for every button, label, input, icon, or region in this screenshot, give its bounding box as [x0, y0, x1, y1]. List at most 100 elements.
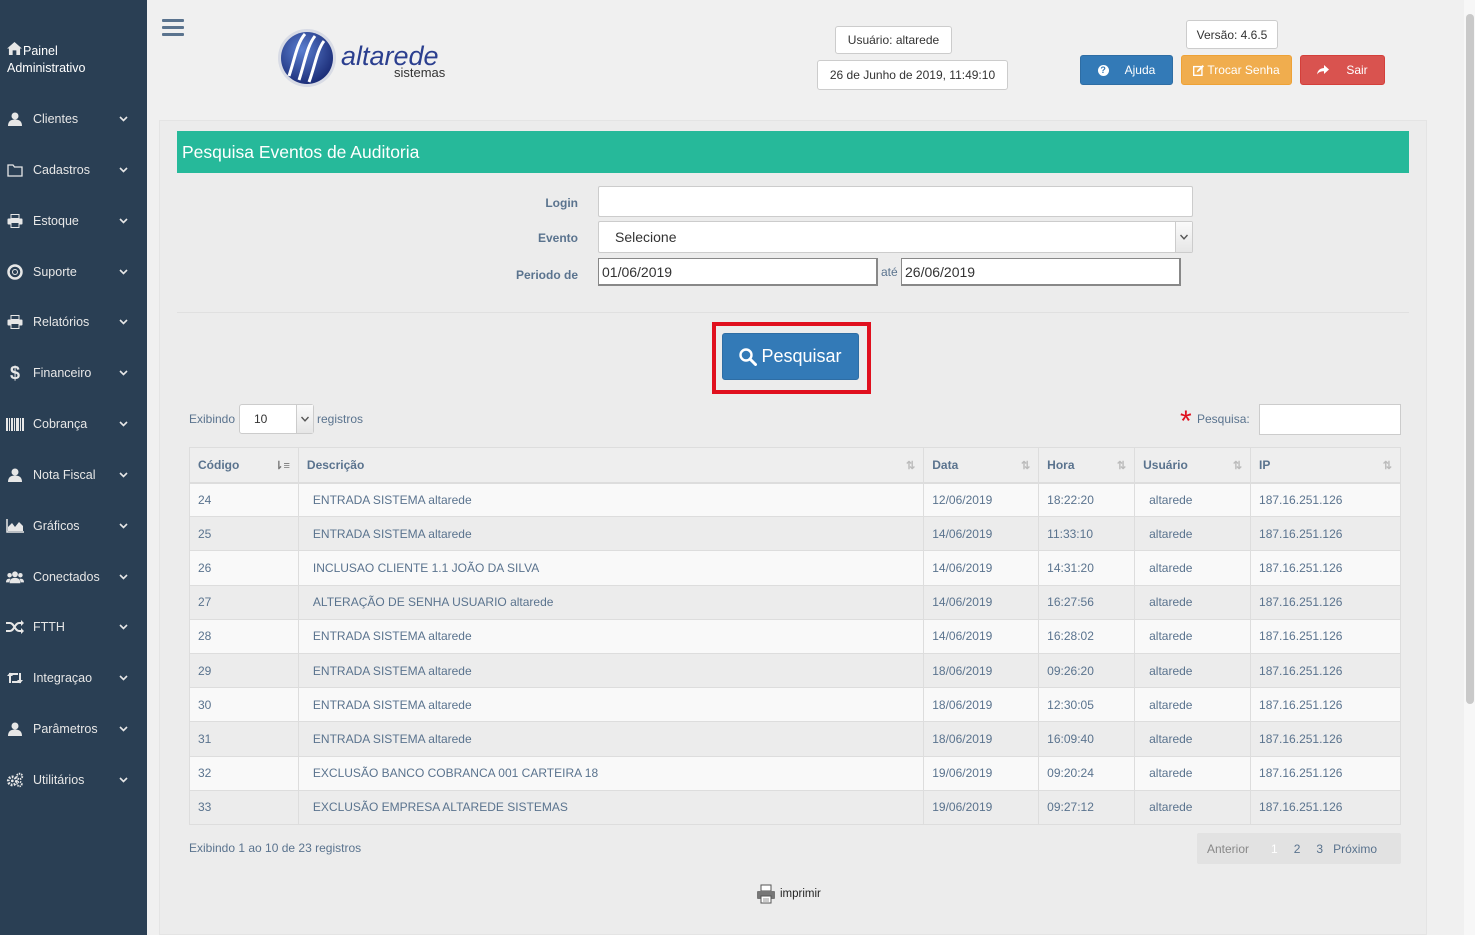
date-from-input[interactable]: 01/06/2019: [598, 258, 878, 286]
chevron-down-icon: [119, 167, 129, 173]
table-cell: 19/06/2019: [923, 789, 1040, 825]
pagination-page[interactable]: 3: [1316, 842, 1323, 856]
sidebar-item-integracao[interactable]: Integraçao: [0, 663, 147, 693]
search-button[interactable]: Pesquisar: [722, 333, 859, 380]
sidebar-item-ftth[interactable]: FTTH: [0, 612, 147, 642]
table-cell: 12:30:05: [1038, 687, 1136, 723]
table-cell: 30: [189, 687, 299, 723]
sidebar-item-clientes[interactable]: Clientes: [0, 104, 147, 134]
table-search-label: Pesquisa:: [1197, 412, 1250, 426]
sort-icon: ⇅: [1020, 460, 1031, 472]
table-cell: 18:22:20: [1038, 481, 1136, 518]
logo-sub: sistemas: [394, 65, 446, 80]
table-row[interactable]: 32 EXCLUSÃO BANCO COBRANCA 001 CARTEIRA 1…: [189, 755, 1401, 791]
table-cell: altarede: [1134, 516, 1252, 552]
table-cell: 33: [189, 789, 299, 825]
sidebar-item-label: Gráficos: [33, 519, 80, 533]
table-cell: 18/06/2019: [923, 652, 1040, 689]
random-icon: [6, 620, 24, 634]
logout-button[interactable]: Sair: [1300, 55, 1385, 85]
area-chart-icon: [6, 519, 24, 533]
table-header-row: Código ⇂≡ Descrição ⇅ Data ⇅ Hora ⇅ Usuário ⇅ IP ⇅: [189, 447, 1401, 484]
table-cell: 24: [189, 481, 299, 518]
table-cell: 187.16.251.126: [1250, 755, 1401, 791]
search-icon: [739, 347, 758, 366]
column-header[interactable]: Código ⇂≡: [189, 447, 299, 484]
table-cell: 09:20:24: [1038, 755, 1136, 791]
pagination-page[interactable]: 2: [1294, 842, 1301, 856]
pagination-next[interactable]: Próximo: [1333, 842, 1377, 856]
chevron-down-icon: [1175, 222, 1192, 252]
table-cell: 14:31:20: [1038, 550, 1136, 586]
column-header[interactable]: Descrição ⇅: [297, 447, 925, 484]
table-row[interactable]: 29 ENTRADA SISTEMA altarede 18/06/2019 09:2…: [189, 652, 1401, 689]
print-icon: [6, 214, 24, 228]
page-scrollbar[interactable]: [1464, 0, 1475, 935]
records-label: registros: [317, 412, 364, 426]
sidebar-item-graficos[interactable]: Gráficos: [0, 511, 147, 541]
sidebar-item-parametros[interactable]: Parâmetros: [0, 714, 147, 744]
sidebar-title-line1: Painel: [23, 44, 58, 58]
sidebar-item-cadastros[interactable]: Cadastros: [0, 155, 147, 185]
page-size-select[interactable]: 10: [239, 404, 314, 434]
table-cell: 09:27:12: [1038, 789, 1136, 825]
table-row[interactable]: 27 ALTERAÇÃO DE SENHA USUARIO altarede 14/…: [189, 584, 1401, 620]
sidebar-home-link[interactable]: Painel Administrativo: [7, 42, 86, 77]
table-row[interactable]: 33 EXCLUSÃO EMPRESA ALTAREDE SISTEMAS 19/0…: [189, 789, 1401, 825]
column-header[interactable]: IP ⇅: [1250, 447, 1401, 484]
sidebar-item-label: Cobrança: [33, 417, 88, 431]
pagination-prev[interactable]: Anterior: [1207, 842, 1249, 856]
sidebar-item-label: Relatórios: [33, 315, 90, 329]
sort-asc-icon: ⇂≡: [274, 460, 290, 472]
date-to-input[interactable]: 26/06/2019: [901, 258, 1181, 286]
sidebar-item-conectados[interactable]: Conectados: [0, 562, 147, 592]
table-row[interactable]: 26 INCLUSAO CLIENTE 1.1 JOÃO DA SILVA 14/0…: [189, 550, 1401, 586]
cogs-icon: [6, 772, 24, 788]
sidebar-title-line2: Administrativo: [7, 61, 86, 75]
table-cell: 16:09:40: [1038, 721, 1136, 757]
table-cell: ALTERAÇÃO DE SENHA USUARIO altarede: [297, 584, 925, 620]
sidebar-item-nota-fiscal[interactable]: Nota Fiscal: [0, 460, 147, 490]
sidebar-item-suporte[interactable]: Suporte: [0, 257, 147, 287]
version-badge: Versão: 4.6.5: [1186, 20, 1278, 49]
login-input[interactable]: [598, 186, 1193, 217]
table-row[interactable]: 30 ENTRADA SISTEMA altarede 18/06/2019 12:3…: [189, 687, 1401, 723]
pagination-page[interactable]: 1: [1271, 842, 1278, 856]
table-row[interactable]: 28 ENTRADA SISTEMA altarede 14/06/2019 16:2…: [189, 618, 1401, 654]
table-cell: ENTRADA SISTEMA altarede: [297, 652, 925, 689]
event-label: Evento: [537, 231, 578, 245]
change-password-button[interactable]: Trocar Senha: [1181, 55, 1292, 85]
table-cell: 11:33:10: [1038, 516, 1136, 552]
sidebar-item-financeiro[interactable]: $ Financeiro: [0, 358, 147, 388]
print-link[interactable]: imprimir: [756, 884, 821, 904]
retweet-icon: [6, 671, 24, 685]
sidebar-item-estoque[interactable]: Estoque: [0, 206, 147, 236]
sidebar-item-utilitarios[interactable]: Utilitários: [0, 765, 147, 795]
scrollbar-thumb[interactable]: [1466, 14, 1474, 704]
table-cell: 32: [189, 755, 299, 791]
event-select[interactable]: Selecione: [598, 221, 1193, 253]
sort-icon: ⇅: [906, 460, 916, 472]
table-search-input[interactable]: [1259, 404, 1401, 435]
table-row[interactable]: 31 ENTRADA SISTEMA altarede 18/06/2019 16:0…: [189, 721, 1401, 757]
table-cell: 12/06/2019: [923, 481, 1040, 518]
sidebar-item-label: Nota Fiscal: [33, 468, 96, 482]
help-button[interactable]: ? Ajuda: [1080, 55, 1173, 85]
edit-icon: [1193, 64, 1205, 76]
column-header[interactable]: Data ⇅: [923, 447, 1040, 484]
column-header-label: Descrição: [306, 457, 365, 472]
table-cell: ENTRADA SISTEMA altarede: [297, 516, 925, 552]
column-header-label: Hora: [1047, 457, 1075, 472]
table-cell: 14/06/2019: [923, 584, 1040, 620]
column-header[interactable]: Usuário ⇅: [1134, 447, 1252, 484]
sidebar-item-relatorios[interactable]: Relatórios: [0, 307, 147, 337]
sidebar-item-cobranca[interactable]: Cobrança: [0, 409, 147, 439]
sidebar-item-label: Parâmetros: [33, 722, 98, 736]
table-row[interactable]: 24 ENTRADA SISTEMA altarede 12/06/2019 18:2…: [189, 481, 1401, 518]
table-cell: 187.16.251.126: [1250, 550, 1401, 586]
sidebar-item-label: Integraçao: [33, 671, 93, 685]
column-header[interactable]: Hora ⇅: [1038, 447, 1136, 484]
table-row[interactable]: 25 ENTRADA SISTEMA altarede 14/06/2019 11:3…: [189, 516, 1401, 552]
folder-icon: [6, 163, 24, 177]
menu-toggle-icon[interactable]: [162, 19, 184, 37]
